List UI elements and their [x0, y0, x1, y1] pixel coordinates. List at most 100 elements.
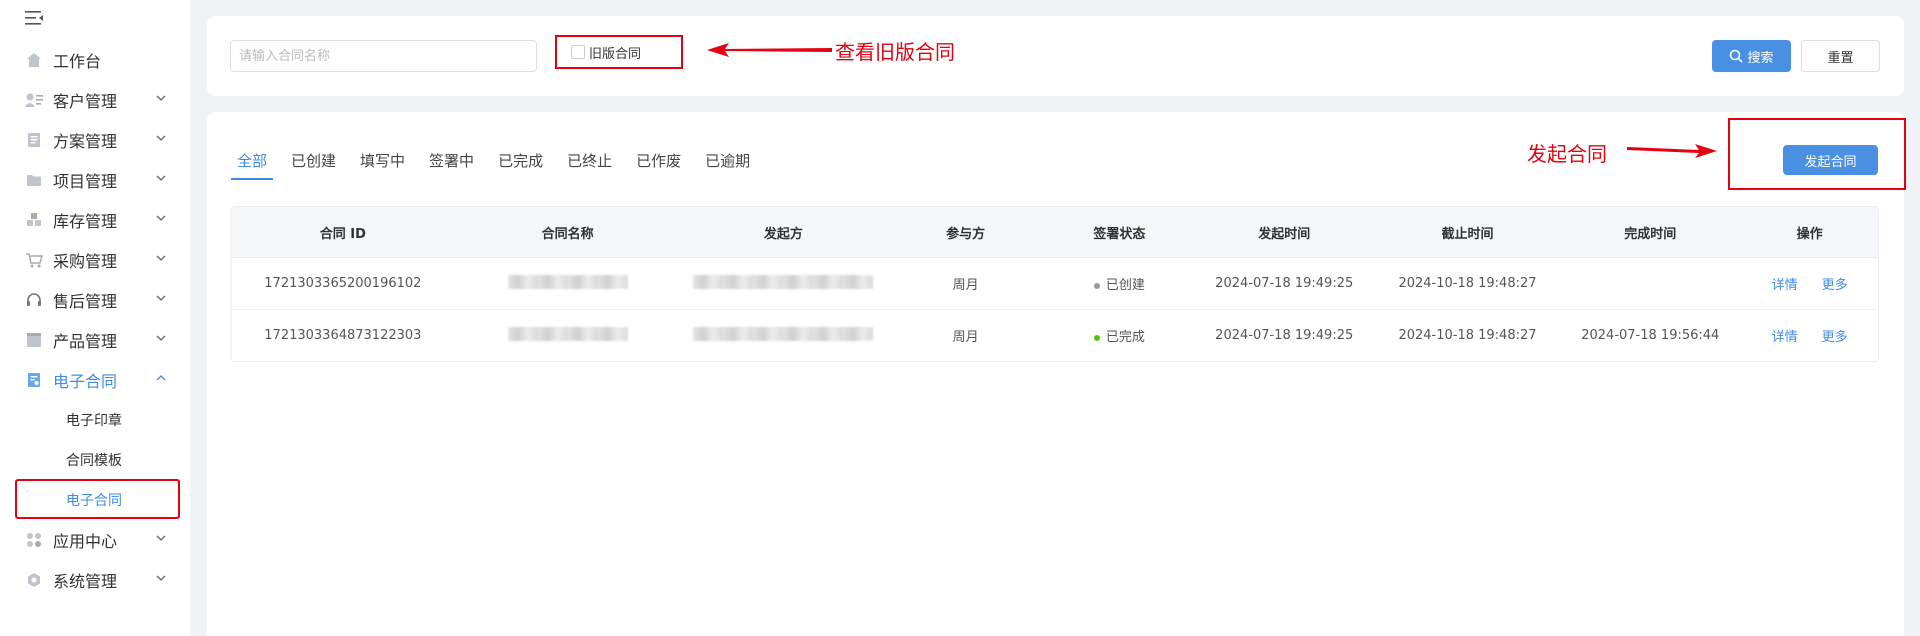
chevron-down-icon [156, 215, 166, 221]
sidebar-subitem-template[interactable]: 合同模板 [0, 440, 190, 480]
annotation-arrow-left [707, 43, 832, 57]
status-badge: 已创建 [1105, 278, 1145, 293]
sidebar-item-label: 采购管理 [53, 252, 118, 271]
tab-created[interactable]: 已创建 [285, 142, 342, 178]
operations-cell: 详情 更多 [1741, 326, 1878, 345]
search-panel: 旧版合同 查看旧版合同 搜索 重置 [207, 16, 1904, 96]
sidebar-subitem-seal[interactable]: 电子印章 [0, 400, 190, 440]
tab-filling[interactable]: 填写中 [354, 142, 411, 178]
chevron-down-icon [156, 575, 166, 581]
sidebar-item-workbench[interactable]: 工作台 [0, 40, 190, 80]
main-panel: 全部 已创建 填写中 签署中 已完成 已终止 已作废 已逾期 发起合同 发起合同… [207, 112, 1906, 636]
box-icon [25, 331, 43, 349]
status-dot [1093, 334, 1100, 341]
chevron-down-icon [156, 335, 166, 341]
sidebar-item-system[interactable]: 系统管理 [0, 560, 190, 600]
contract-name-redacted [454, 326, 682, 345]
sidebar-item-project[interactable]: 项目管理 [0, 160, 190, 200]
contract-id: 1721303365200196102 [264, 276, 422, 291]
sidebar-item-label: 应用中心 [53, 532, 118, 551]
headset-icon [25, 291, 43, 309]
folder-icon [25, 171, 43, 189]
chevron-down-icon [156, 175, 166, 181]
tab-completed[interactable]: 已完成 [492, 142, 549, 178]
column-header: 发起时间 [1258, 226, 1311, 242]
finish-time: 2024-07-18 19:56:44 [1581, 328, 1720, 343]
old-version-label: 旧版合同 [589, 46, 642, 62]
annotation-highlight-box [15, 479, 180, 519]
column-header: 截止时间 [1441, 226, 1494, 242]
table-row: 1721303365200196102 周月 已创建 2024-07-18 19… [232, 257, 1878, 309]
more-link[interactable]: 更多 [1822, 278, 1848, 293]
status-tabs: 全部 已创建 填写中 签署中 已完成 已终止 已作废 已逾期 [231, 142, 768, 180]
document-icon [25, 131, 43, 149]
chevron-down-icon [156, 295, 166, 301]
column-header: 合同 ID [319, 226, 366, 242]
sidebar-item-product[interactable]: 产品管理 [0, 320, 190, 360]
sidebar-item-customer[interactable]: 客户管理 [0, 80, 190, 120]
column-header: 完成时间 [1624, 226, 1677, 242]
sidebar-item-label: 售后管理 [53, 292, 118, 311]
chevron-down-icon [156, 135, 166, 141]
reset-button[interactable]: 重置 [1801, 40, 1880, 72]
column-header: 签署状态 [1093, 226, 1146, 242]
participant: 周月 [952, 278, 979, 293]
search-icon [1730, 49, 1744, 63]
apps-icon [25, 531, 43, 549]
detail-link[interactable]: 详情 [1772, 278, 1798, 293]
launch-contract-button[interactable]: 发起合同 [1783, 145, 1878, 175]
tab-signing[interactable]: 签署中 [423, 142, 480, 178]
chevron-down-icon [156, 255, 166, 261]
contracts-table: 合同 ID 合同名称 发起方 参与方 签署状态 发起时间 截止时间 完成时间 操… [231, 206, 1879, 362]
search-button[interactable]: 搜索 [1712, 40, 1791, 72]
sidebar-item-label: 产品管理 [53, 332, 118, 351]
operations-cell: 详情 更多 [1741, 274, 1878, 293]
old-version-checkbox-wrapper[interactable]: 旧版合同 [555, 35, 683, 69]
cart-icon [25, 251, 43, 269]
contract-name-input[interactable] [230, 40, 537, 72]
sidebar-item-inventory[interactable]: 库存管理 [0, 200, 190, 240]
tab-all[interactable]: 全部 [231, 142, 274, 180]
sidebar-item-label: 客户管理 [53, 92, 118, 111]
deadline: 2024-10-18 19:48:27 [1398, 276, 1537, 291]
sidebar-item-apps[interactable]: 应用中心 [0, 520, 190, 560]
old-version-annotation: 查看旧版合同 [835, 40, 955, 64]
chevron-down-icon [156, 95, 166, 101]
inventory-icon [25, 211, 43, 229]
initiator-redacted [681, 274, 885, 293]
tab-overdue[interactable]: 已逾期 [699, 142, 756, 178]
column-header: 参与方 [946, 226, 986, 242]
table-row: 1721303364873122303 周月 已完成 2024-07-18 19… [232, 309, 1878, 361]
more-link[interactable]: 更多 [1822, 330, 1848, 345]
start-time: 2024-07-18 19:49:25 [1215, 328, 1354, 343]
search-button-label: 搜索 [1747, 50, 1774, 66]
contract-id: 1721303364873122303 [264, 328, 422, 343]
sidebar-item-purchase[interactable]: 采购管理 [0, 240, 190, 280]
old-version-checkbox[interactable] [571, 45, 585, 59]
contract-name-redacted [454, 274, 682, 293]
sidebar-item-label: 系统管理 [53, 572, 118, 591]
start-time: 2024-07-18 19:49:25 [1215, 276, 1354, 291]
sidebar: 工作台 客户管理 方案管理 项目管理 库存管理 采购管理 售后管理 产品管理 电… [0, 0, 190, 636]
sidebar-item-label: 工作台 [53, 52, 102, 71]
sidebar-item-label: 方案管理 [53, 132, 118, 151]
sidebar-item-label: 库存管理 [53, 212, 118, 231]
column-header: 发起方 [763, 226, 803, 242]
tab-voided[interactable]: 已作废 [630, 142, 687, 178]
home-icon [25, 51, 43, 69]
sidebar-item-label: 电子合同 [53, 372, 118, 391]
table-header: 合同 ID 合同名称 发起方 参与方 签署状态 发起时间 截止时间 完成时间 操… [232, 207, 1878, 257]
sidebar-item-label: 项目管理 [53, 172, 118, 191]
sidebar-item-aftersale[interactable]: 售后管理 [0, 280, 190, 320]
sidebar-item-econtract[interactable]: 电子合同 [0, 360, 190, 400]
status-dot [1093, 282, 1100, 289]
tab-terminated[interactable]: 已终止 [561, 142, 618, 178]
launch-annotation: 发起合同 [1527, 142, 1607, 166]
chevron-down-icon [156, 535, 166, 541]
column-header: 合同名称 [541, 226, 594, 242]
chevron-up-icon [156, 375, 166, 381]
detail-link[interactable]: 详情 [1772, 330, 1798, 345]
column-header: 操作 [1796, 226, 1823, 242]
sidebar-item-plan[interactable]: 方案管理 [0, 120, 190, 160]
menu-fold-icon[interactable] [25, 10, 45, 30]
